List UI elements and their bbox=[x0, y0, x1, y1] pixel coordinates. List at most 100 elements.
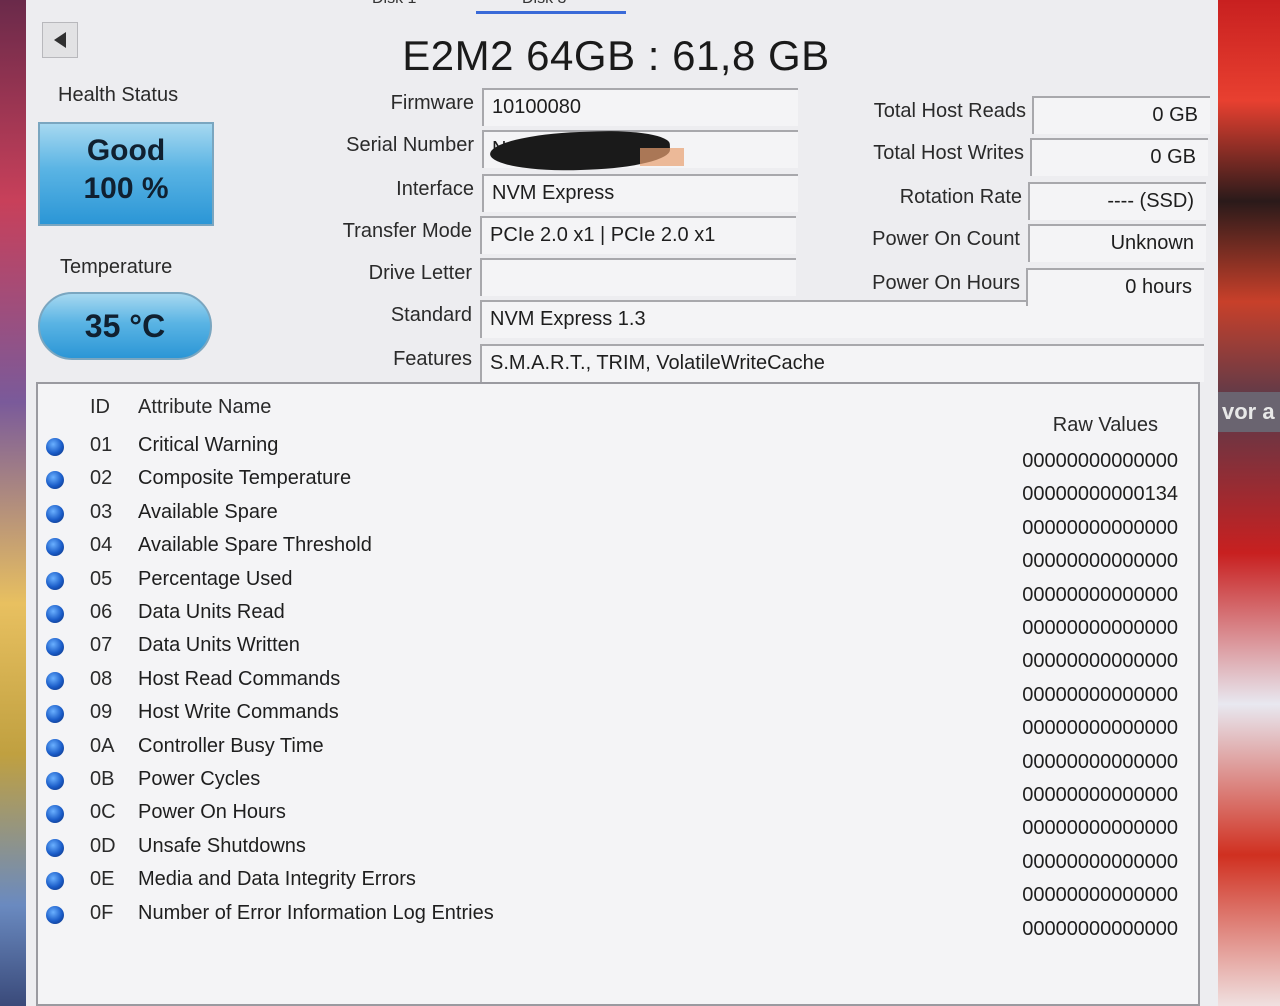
attribute-id: 01 bbox=[90, 434, 113, 456]
status-dot-icon bbox=[46, 738, 64, 757]
disk-tabs: Disk 1 Disk 3 bbox=[26, 0, 1218, 14]
disk-title: E2M2 64GB : 61,8 GB bbox=[402, 32, 830, 79]
table-row[interactable]: 05 Percentage Used 00000000000000 bbox=[38, 564, 1198, 606]
attribute-name: Composite Temperature bbox=[138, 467, 352, 490]
attribute-id: 0E bbox=[90, 868, 115, 891]
attribute-name: Data Units Written bbox=[138, 634, 300, 657]
status-dot-icon bbox=[46, 705, 64, 724]
power-on-count-field: Unknown bbox=[1028, 224, 1206, 262]
rotation-rate-label: Rotation Rate bbox=[899, 186, 1022, 208]
tab-disk-1[interactable]: Disk 1 bbox=[372, 0, 416, 8]
power-on-hours-label: Power On Hours bbox=[872, 272, 1020, 294]
transfer-mode-label: Transfer Mode bbox=[342, 220, 472, 242]
drive-letter-label: Drive Letter bbox=[368, 262, 472, 284]
table-row[interactable]: 04 Available Spare Threshold 0000000000000… bbox=[38, 530, 1198, 572]
attribute-id: 0C bbox=[90, 801, 116, 824]
status-dot-icon bbox=[46, 538, 64, 557]
table-row[interactable]: 08 Host Read Commands 00000000000000 bbox=[38, 664, 1198, 706]
status-dot-icon bbox=[46, 838, 64, 857]
attribute-id: 09 bbox=[90, 701, 113, 724]
status-dot-icon bbox=[46, 905, 64, 924]
column-header-attribute-name[interactable]: Attribute Name bbox=[138, 396, 271, 419]
table-row[interactable]: 0B Power Cycles 00000000000000 bbox=[38, 764, 1198, 806]
table-row[interactable]: 01 Critical Warning 00000000000000 bbox=[38, 430, 1198, 472]
firmware-label: Firmware bbox=[390, 92, 474, 114]
status-dot-icon bbox=[46, 571, 64, 590]
background-photo-right bbox=[1218, 0, 1280, 1006]
active-tab-indicator bbox=[476, 11, 626, 14]
previous-disk-button[interactable] bbox=[42, 22, 78, 58]
total-host-writes-label: Total Host Writes bbox=[873, 142, 1024, 164]
table-row[interactable]: 03 Available Spare 00000000000000 bbox=[38, 497, 1198, 539]
interface-field: NVM Express bbox=[482, 174, 798, 212]
drive-letter-field bbox=[480, 258, 796, 296]
attribute-id: 03 bbox=[90, 500, 113, 523]
attribute-name: Controller Busy Time bbox=[138, 734, 324, 757]
attribute-name: Data Units Read bbox=[138, 601, 285, 623]
health-status-badge: Good 100 % bbox=[38, 122, 214, 226]
crystaldiskinfo-window: Disk 1 Disk 3 E2M2 64GB : 61,8 GB Health… bbox=[26, 0, 1218, 1006]
table-row[interactable]: 0E Media and Data Integrity Errors 0000000… bbox=[38, 864, 1198, 906]
transfer-mode-field: PCIe 2.0 x1 | PCIe 2.0 x1 bbox=[480, 216, 796, 254]
attribute-name: Available Spare bbox=[138, 500, 278, 523]
table-row[interactable]: 06 Data Units Read 00000000000000 bbox=[38, 597, 1198, 639]
attribute-id: 05 bbox=[90, 567, 113, 590]
tab-disk-3[interactable]: Disk 3 bbox=[522, 0, 566, 8]
table-row[interactable]: 0A Controller Busy Time 00000000000000 bbox=[38, 731, 1198, 773]
status-dot-icon bbox=[46, 805, 64, 824]
features-field: S.M.A.R.T., TRIM, VolatileWriteCache bbox=[480, 344, 1204, 382]
column-header-id[interactable]: ID bbox=[90, 396, 110, 419]
interface-label: Interface bbox=[396, 178, 474, 200]
attribute-name: Percentage Used bbox=[138, 567, 293, 590]
attribute-name: Media and Data Integrity Errors bbox=[138, 868, 416, 891]
health-status-value: Good bbox=[86, 134, 166, 167]
attribute-id: 08 bbox=[90, 667, 113, 690]
attribute-id: 07 bbox=[90, 634, 113, 657]
status-dot-icon bbox=[46, 638, 64, 657]
attribute-name: Power On Hours bbox=[138, 801, 286, 824]
table-row[interactable]: 07 Data Units Written 00000000000000 bbox=[38, 630, 1198, 672]
background-photo-left bbox=[0, 0, 26, 1006]
attribute-id: 04 bbox=[90, 534, 113, 557]
total-host-reads-label: Total Host Reads bbox=[873, 100, 1026, 122]
attribute-name: Unsafe Shutdowns bbox=[138, 834, 306, 857]
attribute-id: 0A bbox=[90, 734, 115, 757]
attribute-raw-value: 00000000000000 bbox=[1022, 917, 1178, 940]
table-row[interactable]: 02 Composite Temperature 00000000000134 bbox=[38, 463, 1198, 505]
health-status-label: Health Status bbox=[58, 84, 179, 106]
table-row[interactable]: 0F Number of Error Information Log Entrie… bbox=[38, 898, 1198, 940]
features-label: Features bbox=[393, 348, 472, 370]
attribute-name: Host Read Commands bbox=[138, 667, 341, 690]
attribute-id: 06 bbox=[90, 601, 113, 623]
status-dot-icon bbox=[46, 504, 64, 523]
attribute-name: Available Spare Threshold bbox=[138, 534, 372, 557]
smart-attributes-table[interactable]: ID Attribute Name Raw Values 01 Critical … bbox=[36, 382, 1200, 1006]
power-on-count-label: Power On Count bbox=[872, 228, 1020, 250]
temperature-label: Temperature bbox=[60, 256, 173, 278]
status-dot-icon bbox=[46, 671, 64, 690]
table-row[interactable]: 09 Host Write Commands 00000000000000 bbox=[38, 697, 1198, 739]
status-dot-icon bbox=[46, 438, 64, 456]
background-text-fragment: vor a bbox=[1218, 392, 1280, 432]
status-dot-icon bbox=[46, 605, 64, 623]
redaction-mark-edge bbox=[640, 148, 684, 166]
attribute-id: 02 bbox=[90, 467, 113, 490]
triangle-left-icon bbox=[54, 32, 66, 48]
rotation-rate-field: ---- (SSD) bbox=[1028, 182, 1206, 220]
health-percent-value: 100 % bbox=[83, 172, 169, 205]
table-row[interactable]: 0C Power On Hours 00000000000000 bbox=[38, 797, 1198, 839]
attribute-name: Number of Error Information Log Entries bbox=[138, 901, 494, 924]
temperature-badge: 35 °C bbox=[38, 292, 212, 360]
attribute-id: 0B bbox=[90, 768, 115, 790]
serial-number-label: Serial Number bbox=[346, 134, 474, 156]
table-row[interactable]: 0D Unsafe Shutdowns 00000000000000 bbox=[38, 831, 1198, 873]
power-on-hours-field: 0 hours bbox=[1026, 268, 1204, 306]
status-dot-icon bbox=[46, 772, 64, 790]
firmware-field: 10100080 bbox=[482, 88, 798, 126]
attribute-id: 0D bbox=[90, 834, 116, 857]
standard-label: Standard bbox=[390, 304, 472, 326]
status-dot-icon bbox=[46, 872, 64, 891]
total-host-reads-field: 0 GB bbox=[1032, 96, 1210, 134]
attribute-id: 0F bbox=[90, 901, 114, 924]
attribute-name: Host Write Commands bbox=[138, 701, 339, 724]
